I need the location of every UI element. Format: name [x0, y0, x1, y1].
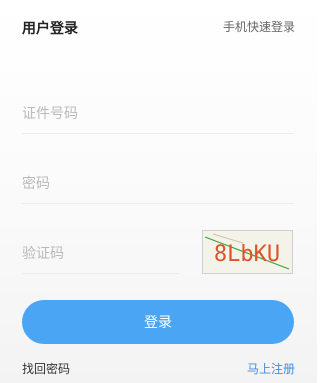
- captcha-underline: [22, 273, 179, 274]
- forgot-password-link[interactable]: 找回密码: [22, 360, 70, 377]
- login-button[interactable]: 登录: [22, 300, 294, 344]
- id-number-field-wrapper: [22, 94, 294, 134]
- register-link[interactable]: 马上注册: [247, 360, 295, 377]
- login-header: 用户登录 手机快速登录: [22, 16, 295, 40]
- captcha-text: 8LbKU: [214, 242, 280, 267]
- captcha-input[interactable]: [22, 234, 179, 274]
- id-number-input[interactable]: [22, 94, 294, 134]
- password-field-wrapper: [22, 164, 294, 204]
- login-panel: 用户登录 手机快速登录 8LbKU 登录 找回密码 马上注册: [0, 0, 317, 383]
- password-input[interactable]: [22, 164, 294, 204]
- captcha-image[interactable]: 8LbKU: [202, 230, 293, 274]
- phone-quick-login-link[interactable]: 手机快速登录: [223, 18, 295, 35]
- captcha-field-wrapper: [22, 234, 179, 274]
- page-title: 用户登录: [22, 21, 78, 37]
- id-number-underline: [22, 133, 294, 134]
- password-underline: [22, 203, 294, 204]
